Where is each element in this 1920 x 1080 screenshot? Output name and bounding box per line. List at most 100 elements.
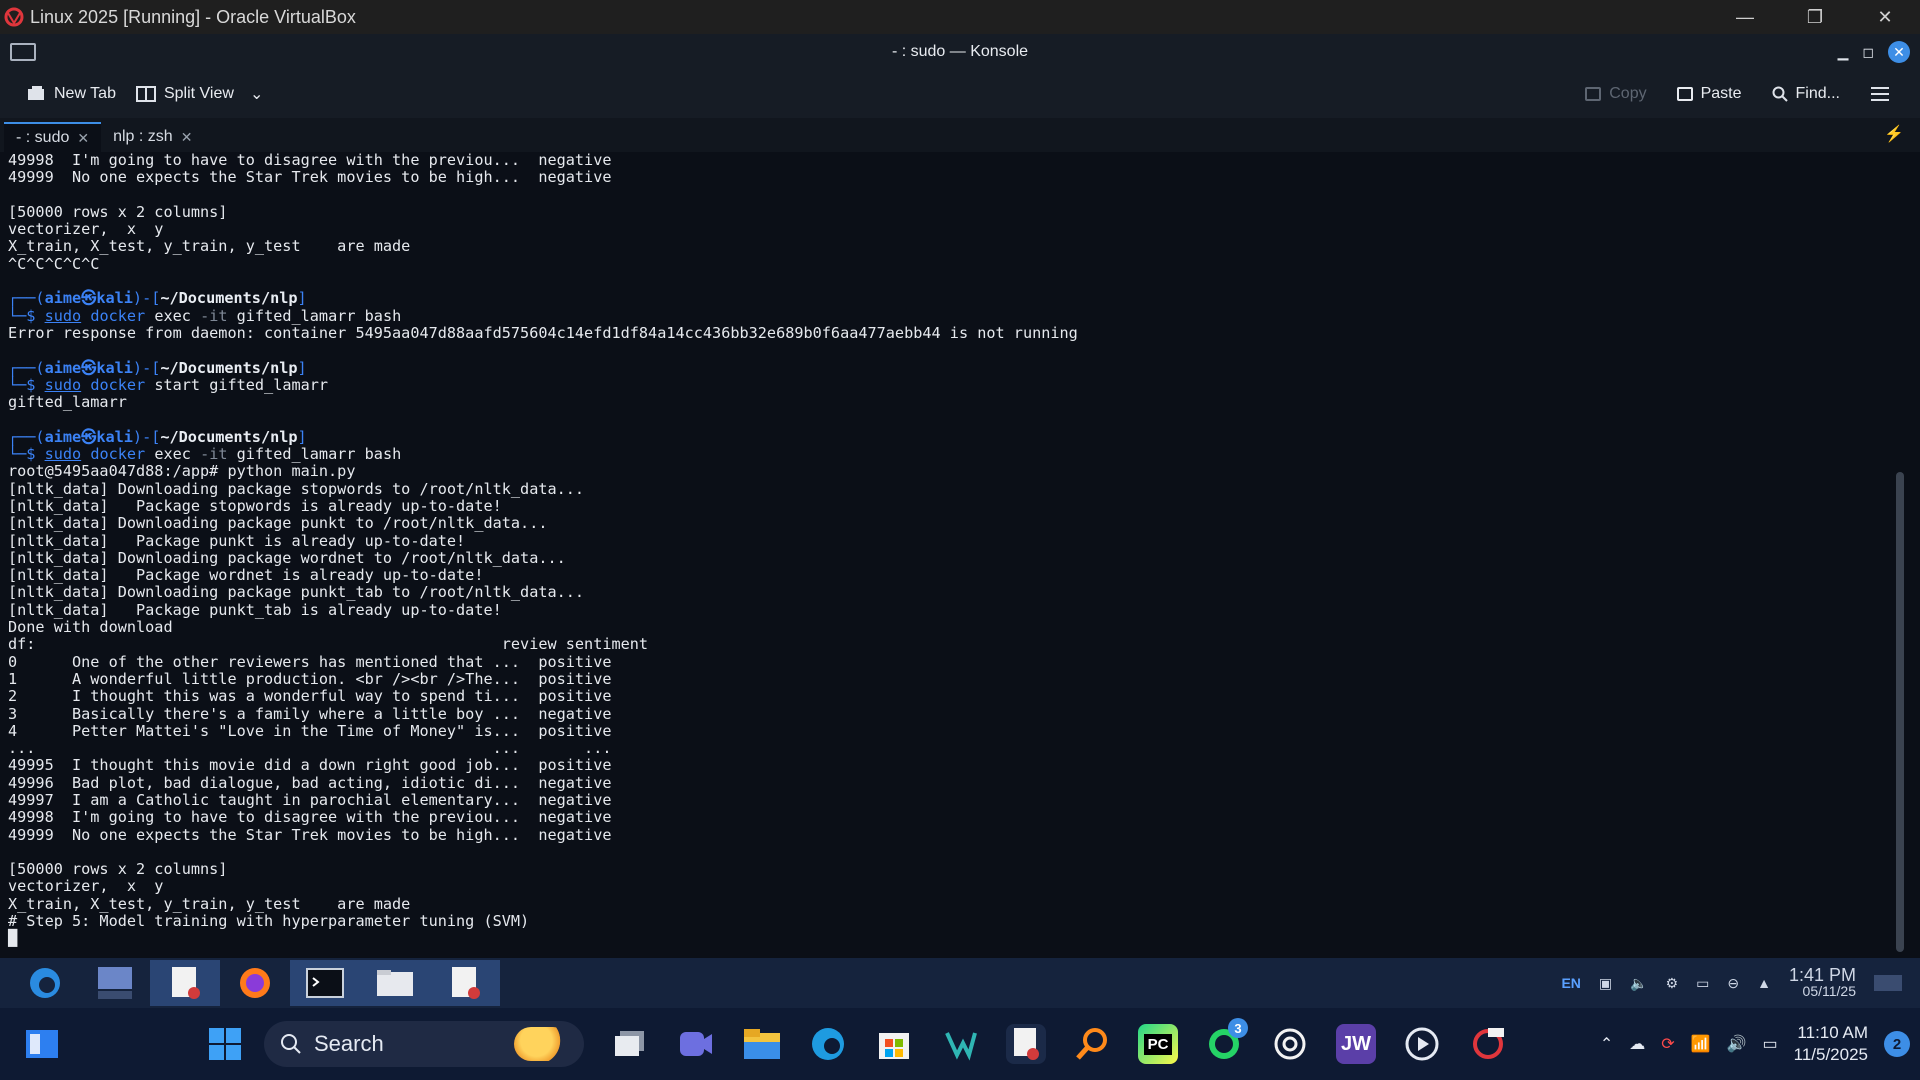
konsole-window-title: - : sudo — Konsole (891, 43, 1029, 60)
edge-launcher[interactable] (10, 960, 80, 1006)
terminal-icon (10, 43, 36, 61)
konsole-title-bar: - : sudo — Konsole ▁ ◻ ✕ (0, 34, 1920, 70)
taskbar-item-1[interactable] (150, 960, 220, 1006)
show-desktop-button[interactable] (80, 960, 150, 1006)
chatgpt-icon (1274, 1028, 1306, 1060)
start-button[interactable] (205, 1024, 245, 1064)
close-tab-icon[interactable]: ✕ (77, 130, 89, 147)
paste-label: Paste (1700, 85, 1742, 102)
taskbar-clock[interactable]: 11:10 AM 11/5/2025 (1794, 1022, 1868, 1066)
split-view-button[interactable]: Split View ⌄ (126, 84, 273, 104)
edge-icon (812, 1028, 844, 1060)
teams-button[interactable] (676, 1024, 716, 1064)
pin-icon[interactable]: ⚡ (1884, 124, 1904, 144)
document-icon (452, 967, 480, 999)
konsole-toolbar: New Tab Split View ⌄ Copy Paste Find... (0, 70, 1920, 118)
taskbar-search[interactable]: Search (264, 1021, 584, 1067)
pycharm-button[interactable]: PC (1138, 1024, 1178, 1064)
new-tab-button[interactable]: New Tab (16, 85, 126, 103)
network-icon[interactable]: ▣ (1599, 975, 1612, 992)
virtualbox-icon (1473, 1028, 1504, 1059)
tab-label: nlp : zsh (113, 128, 173, 145)
find-button[interactable]: Find... (1762, 85, 1850, 103)
konsole-launcher[interactable] (290, 960, 360, 1006)
split-view-icon (135, 86, 156, 102)
system-tray: ⌃ ☁ ⟳ 📶 🔊 ▭ 11:10 AM 11/5/2025 2 (1600, 1022, 1910, 1066)
vscode-button[interactable] (940, 1024, 980, 1064)
unread-badge: 3 (1228, 1018, 1248, 1038)
chevron-down-icon: ⌄ (249, 86, 264, 103)
jw-app-button[interactable]: JW (1336, 1024, 1376, 1064)
tray-expand-icon[interactable]: ▲ (1757, 975, 1771, 991)
task-view-button[interactable] (610, 1024, 650, 1064)
magnifier-icon (1076, 1028, 1107, 1060)
jw-icon: JW (1341, 1032, 1371, 1055)
show-desktop-icon[interactable] (1874, 975, 1902, 991)
settings-icon[interactable]: ⚙ (1666, 975, 1679, 992)
firefox-icon (240, 968, 270, 998)
close-button[interactable]: ✕ (1850, 0, 1920, 34)
search-highlight-icon (514, 1027, 570, 1061)
find-label: Find... (1795, 85, 1840, 102)
paste-icon (1676, 87, 1693, 101)
vm-clock[interactable]: 1:41 PM 05/11/25 (1789, 966, 1856, 999)
widgets-icon (26, 1030, 58, 1058)
desktop-icon (98, 967, 132, 999)
sync-icon[interactable]: ⟳ (1661, 1034, 1674, 1054)
edge-button[interactable] (808, 1024, 848, 1064)
hamburger-menu-button[interactable] (1860, 86, 1900, 102)
search-app-button[interactable] (1072, 1024, 1112, 1064)
search-label: Search (314, 1031, 384, 1056)
display-icon[interactable]: ▭ (1696, 975, 1709, 992)
minimize-icon[interactable]: ▁ (1838, 44, 1849, 61)
close-tab-icon[interactable]: ✕ (181, 129, 193, 146)
media-player-button[interactable] (1402, 1024, 1442, 1064)
snipping-tool-button[interactable] (1006, 1024, 1046, 1064)
firefox-launcher[interactable] (220, 960, 290, 1006)
new-tab-icon (28, 86, 44, 100)
folder-icon (377, 970, 413, 996)
store-button[interactable] (874, 1024, 914, 1064)
copy-button[interactable]: Copy (1575, 85, 1656, 103)
chevron-up-icon[interactable]: ⌃ (1600, 1034, 1613, 1054)
tab-sudo[interactable]: - : sudo ✕ (4, 122, 102, 152)
code-editor-icon (945, 1032, 977, 1061)
scrollbar-thumb[interactable] (1896, 472, 1904, 952)
chatgpt-button[interactable] (1270, 1024, 1310, 1064)
windows-taskbar: Search PC 3 JW ⌃ ☁ ⟳ 📶 🔊 ▭ 11:10 AM 11/5… (0, 1008, 1920, 1080)
copy-label: Copy (1609, 85, 1647, 102)
meet-icon (680, 1032, 712, 1056)
file-explorer-button[interactable] (742, 1024, 782, 1064)
volume-icon[interactable]: 🔊 (1727, 1034, 1747, 1054)
whatsapp-button[interactable]: 3 (1204, 1018, 1248, 1064)
task-view-icon (615, 1031, 644, 1056)
minimize-button[interactable]: — (1710, 0, 1780, 34)
windows-logo-icon (209, 1028, 241, 1060)
paste-button[interactable]: Paste (1667, 85, 1752, 103)
document-icon (172, 967, 200, 999)
folder-icon (744, 1029, 780, 1059)
files-launcher[interactable] (360, 960, 430, 1006)
notification-count[interactable]: 2 (1884, 1031, 1910, 1057)
hamburger-menu-icon (1871, 87, 1889, 101)
maximize-icon[interactable]: ◻ (1862, 44, 1874, 61)
snipping-icon (1014, 1028, 1039, 1060)
split-view-label: Split View (163, 85, 234, 102)
tab-bar: - : sudo ✕ nlp : zsh ✕ ⚡ (0, 118, 1920, 152)
volume-icon[interactable]: 🔈 (1630, 975, 1647, 992)
cloud-icon[interactable]: ☁ (1629, 1034, 1645, 1054)
terminal-scrollbar[interactable] (1894, 152, 1906, 958)
keyboard-layout[interactable]: EN (1561, 975, 1580, 991)
tab-nlp-zsh[interactable]: nlp : zsh ✕ (101, 122, 204, 152)
edge-icon (30, 968, 60, 998)
restore-button[interactable]: ❐ (1780, 0, 1850, 34)
widgets-button[interactable] (22, 1024, 62, 1064)
terminal-output[interactable]: 49998 I'm going to have to disagree with… (0, 152, 1890, 958)
close-icon[interactable]: ✕ (1888, 41, 1910, 63)
virtualbox-button[interactable] (1468, 1024, 1508, 1064)
taskbar-item-2[interactable] (430, 960, 500, 1006)
terminal-text: 49998 I'm going to have to disagree with… (8, 152, 1078, 948)
battery-icon[interactable]: ▭ (1763, 1034, 1778, 1054)
do-not-disturb-icon[interactable]: ⊖ (1727, 975, 1739, 992)
wifi-icon[interactable]: 📶 (1691, 1034, 1711, 1054)
